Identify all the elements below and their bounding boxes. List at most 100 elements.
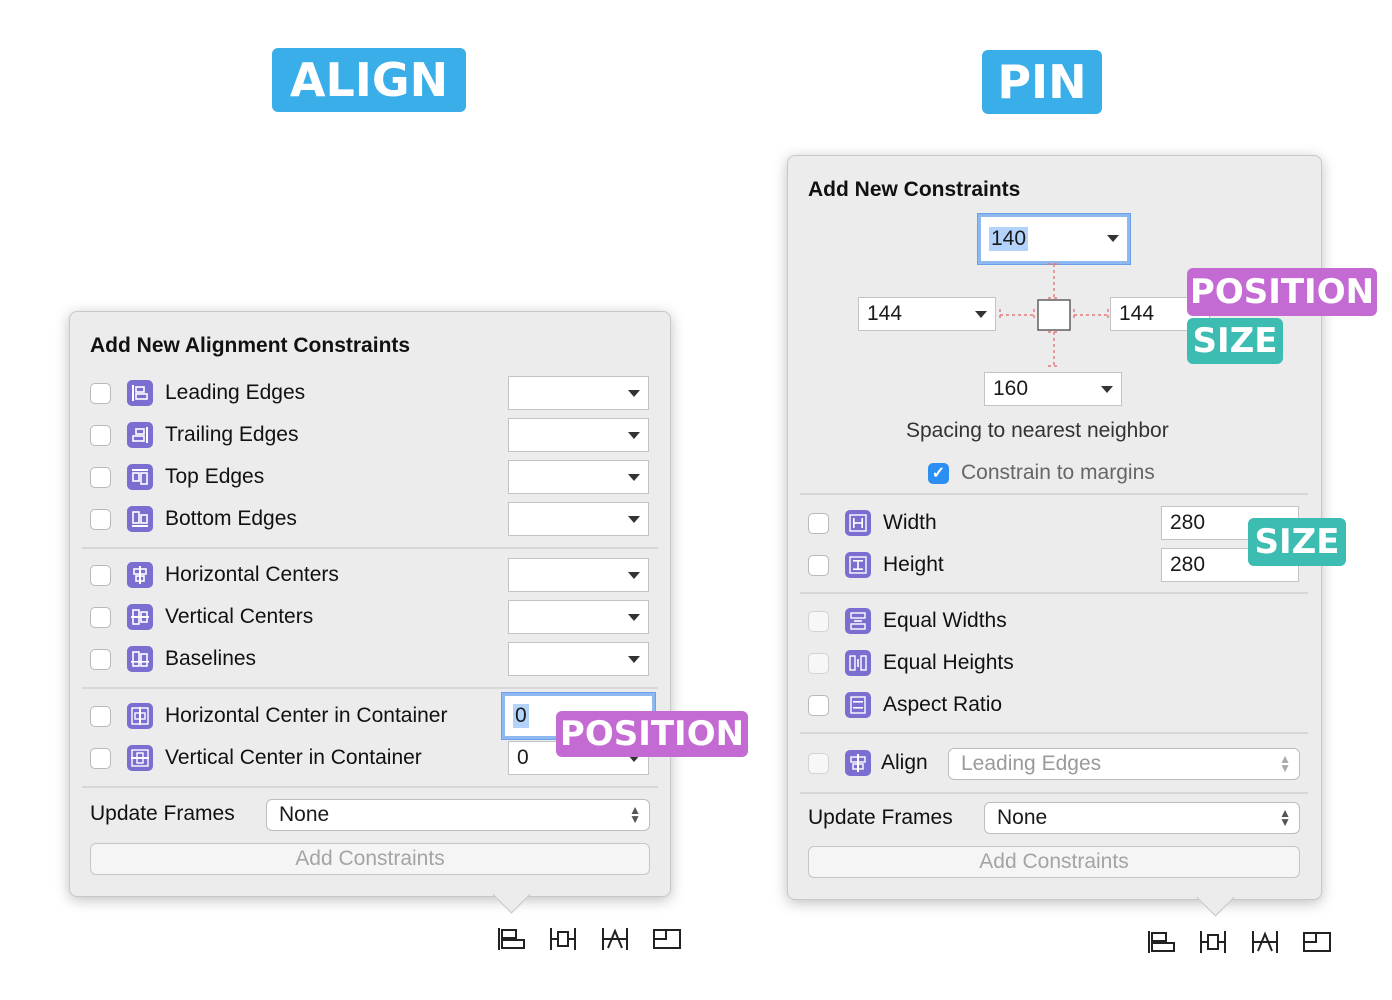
pin-align-row[interactable]: Align (808, 746, 928, 780)
trailing-edges-label: Trailing Edges (165, 423, 299, 446)
vertical-centers-label: Vertical Centers (165, 605, 314, 628)
spacing-caption: Spacing to nearest neighbor (906, 419, 1169, 442)
resolve-icon[interactable] (1250, 929, 1280, 955)
leading-edges-row[interactable]: Leading Edges (90, 376, 305, 410)
width-icon (845, 510, 871, 536)
horizontal-centers-row[interactable]: Horizontal Centers (90, 558, 339, 592)
pin-divider-1 (800, 493, 1308, 495)
vertical-center-container-value: 0 (517, 746, 529, 769)
height-row[interactable]: Height (808, 548, 944, 582)
equal-heights-row[interactable]: Equal Heights (808, 646, 1014, 680)
baselines-row[interactable]: Baselines (90, 642, 256, 676)
width-checkbox[interactable] (808, 512, 829, 534)
top-edges-checkbox[interactable] (90, 466, 111, 488)
align-divider-2 (82, 687, 658, 689)
top-spacing-value: 140 (989, 227, 1029, 251)
trailing-edges-checkbox[interactable] (90, 424, 111, 446)
pin-label: PIN (982, 50, 1102, 114)
leading-edges-constant[interactable] (508, 376, 649, 410)
horizontal-center-container-value: 0 (513, 704, 529, 728)
equal-widths-label: Equal Widths (883, 609, 1007, 632)
top-spacing-field[interactable]: 140 (978, 214, 1130, 264)
resizing-icon[interactable] (1302, 929, 1332, 955)
left-spacing-field[interactable]: 144 (858, 297, 996, 331)
equal-widths-checkbox[interactable] (808, 610, 829, 632)
trailing-edges-constant[interactable] (508, 418, 649, 452)
pin-popover: Add New Constraints 140 144 144 160 Spac… (787, 155, 1322, 900)
align-update-frames-popup[interactable]: None ▲ ▼ (266, 799, 650, 831)
pin-align-label: Align (881, 751, 928, 774)
horizontal-center-container-row[interactable]: Horizontal Center in Container (90, 699, 447, 733)
vertical-centers-checkbox[interactable] (90, 606, 111, 628)
constrain-to-margins-label: Constrain to margins (961, 461, 1155, 484)
align-add-constraints-button[interactable]: Add Constraints (90, 843, 650, 875)
leading-edges-icon (127, 380, 153, 406)
vertical-center-container-icon (127, 745, 153, 771)
vertical-centers-constant[interactable] (508, 600, 649, 634)
constrain-to-margins-checkbox[interactable]: ✓ (928, 462, 949, 484)
vertical-center-container-label: Vertical Center in Container (165, 746, 422, 769)
trailing-edges-row[interactable]: Trailing Edges (90, 418, 298, 452)
bottom-edges-row[interactable]: Bottom Edges (90, 502, 297, 536)
horizontal-center-container-checkbox[interactable] (90, 705, 111, 727)
width-value: 280 (1170, 511, 1206, 534)
horizontal-center-container-label: Horizontal Center in Container (165, 704, 448, 727)
pin-add-constraints-button[interactable]: Add Constraints (808, 846, 1300, 878)
top-edges-label: Top Edges (165, 465, 265, 488)
baselines-checkbox[interactable] (90, 648, 111, 670)
equal-widths-row[interactable]: Equal Widths (808, 604, 1007, 638)
width-row[interactable]: Width (808, 506, 937, 540)
top-edges-constant[interactable] (508, 460, 649, 494)
equal-heights-checkbox[interactable] (808, 652, 829, 674)
pin-popover-title: Add New Constraints (808, 178, 1021, 201)
align-icon[interactable] (496, 926, 526, 952)
bottom-spacing-field[interactable]: 160 (984, 372, 1122, 406)
height-label: Height (883, 553, 944, 576)
align-divider-1 (82, 547, 658, 549)
align-toolbar (496, 926, 682, 952)
bottom-edges-constant[interactable] (508, 502, 649, 536)
bottom-edges-icon (127, 506, 153, 532)
top-edges-row[interactable]: Top Edges (90, 460, 264, 494)
pin-divider-3 (800, 732, 1308, 734)
resizing-icon[interactable] (652, 926, 682, 952)
vertical-centers-icon (127, 604, 153, 630)
aspect-ratio-checkbox[interactable] (808, 694, 829, 716)
baselines-constant[interactable] (508, 642, 649, 676)
aspect-ratio-row[interactable]: Aspect Ratio (808, 688, 1002, 722)
pin-align-icon (845, 750, 871, 776)
pin-icon[interactable] (548, 926, 578, 952)
aspect-ratio-icon (845, 692, 871, 718)
bottom-edges-checkbox[interactable] (90, 508, 111, 530)
pin-align-popup[interactable]: Leading Edges ▲ ▼ (948, 748, 1300, 780)
pin-update-frames-label: Update Frames (808, 806, 953, 829)
pin-divider-2 (800, 592, 1308, 594)
align-icon[interactable] (1146, 929, 1176, 955)
pin-diagram (999, 263, 1109, 367)
horizontal-center-container-icon (127, 703, 153, 729)
align-popover-title: Add New Alignment Constraints (90, 334, 411, 357)
pin-icon[interactable] (1198, 929, 1228, 955)
left-spacing-value: 144 (867, 302, 903, 325)
bottom-edges-label: Bottom Edges (165, 507, 297, 530)
vertical-center-container-checkbox[interactable] (90, 747, 111, 769)
pin-align-checkbox[interactable] (808, 752, 829, 774)
baselines-label: Baselines (165, 647, 257, 670)
up-down-chevron-icon: ▲ ▼ (629, 803, 641, 826)
leading-edges-checkbox[interactable] (90, 382, 111, 404)
pin-divider-4 (800, 792, 1308, 794)
horizontal-centers-label: Horizontal Centers (165, 563, 339, 586)
constrain-to-margins-row[interactable]: ✓ Constrain to margins (928, 456, 1155, 490)
equal-heights-icon (845, 650, 871, 676)
height-checkbox[interactable] (808, 554, 829, 576)
pin-update-frames-popup[interactable]: None ▲ ▼ (984, 802, 1300, 834)
vertical-centers-row[interactable]: Vertical Centers (90, 600, 313, 634)
vertical-center-container-row[interactable]: Vertical Center in Container (90, 741, 422, 775)
horizontal-centers-checkbox[interactable] (90, 564, 111, 586)
horizontal-centers-icon (127, 562, 153, 588)
horizontal-centers-constant[interactable] (508, 558, 649, 592)
width-label: Width (883, 511, 937, 534)
align-label: ALIGN (272, 48, 466, 112)
leading-edges-label: Leading Edges (165, 381, 306, 404)
resolve-icon[interactable] (600, 926, 630, 952)
